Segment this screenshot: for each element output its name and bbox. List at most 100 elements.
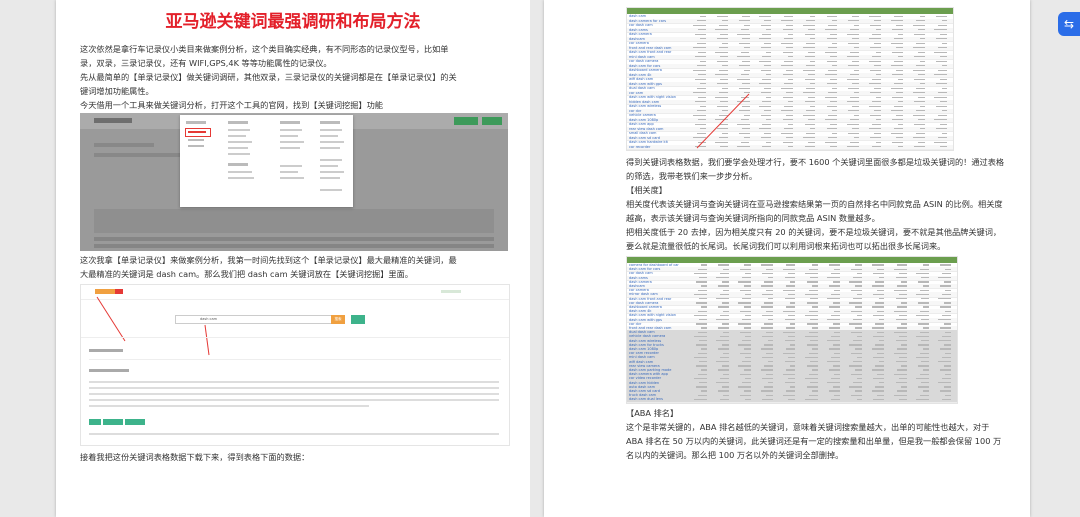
value-cell	[701, 327, 707, 329]
value-cell	[693, 272, 707, 275]
value-cell	[830, 356, 840, 359]
paragraph-download: 接着我把这份关键词表格数据下载下来，得到表格下面的数据：	[80, 452, 310, 462]
value-cell	[738, 365, 752, 367]
value-cell	[856, 335, 863, 338]
value-cell	[945, 310, 951, 312]
value-cell	[740, 331, 752, 333]
value-cell	[873, 314, 885, 317]
tool-panel	[94, 209, 494, 233]
value-cell	[812, 369, 818, 371]
value-cell	[849, 386, 863, 388]
value-cell	[738, 302, 752, 304]
value-cell	[878, 339, 885, 342]
value-cell	[695, 386, 707, 388]
value-cell	[901, 365, 907, 367]
tool-text-line	[94, 143, 154, 147]
value-cell	[743, 264, 752, 266]
value-cell	[693, 398, 707, 401]
value-cell	[854, 264, 863, 266]
value-cell	[941, 272, 951, 275]
value-cell	[788, 314, 796, 317]
document-page-left: 亚马逊关键词最强调研和布局方法 这次依然是拿行车记录仪小类目来做案例分析，这个类…	[56, 0, 530, 517]
value-cell	[721, 302, 729, 304]
value-cell	[808, 394, 818, 396]
value-cell	[806, 344, 818, 346]
red-arrow-annotations	[96, 296, 210, 356]
value-cell	[875, 365, 885, 367]
value-cell	[829, 285, 840, 287]
value-cell	[716, 318, 729, 321]
value-cell	[740, 394, 752, 396]
search-button[interactable]: 搜索	[331, 315, 345, 324]
value-cell	[856, 377, 863, 380]
value-cell	[917, 365, 929, 367]
value-cell	[695, 323, 707, 325]
secondary-button[interactable]	[351, 315, 365, 324]
value-cell	[805, 398, 818, 401]
value-cell	[740, 352, 752, 354]
value-cell	[940, 285, 951, 287]
value-cell	[721, 365, 729, 367]
value-cell	[897, 285, 907, 287]
value-cell	[743, 327, 752, 329]
value-cell	[740, 310, 752, 312]
value-cell	[743, 306, 752, 308]
value-cell	[943, 365, 951, 367]
value-cell	[923, 264, 929, 266]
value-cell	[851, 373, 863, 375]
value-cell	[919, 352, 929, 354]
value-cell	[765, 394, 774, 396]
value-cell	[784, 381, 796, 384]
value-cell	[854, 285, 863, 287]
value-cell	[762, 335, 774, 338]
value-cell	[893, 310, 907, 312]
value-cell	[871, 327, 885, 329]
value-cell	[834, 268, 840, 270]
value-cell	[719, 314, 729, 317]
value-cell	[945, 373, 951, 375]
value-cell	[878, 381, 885, 384]
value-cell	[856, 356, 863, 359]
value-cell	[760, 264, 774, 266]
value-cell	[834, 373, 840, 375]
value-cell	[808, 289, 818, 291]
value-cell	[895, 339, 907, 342]
value-cell	[805, 272, 818, 275]
value-cell	[917, 302, 929, 304]
value-cell	[916, 272, 929, 275]
value-cell	[893, 373, 907, 375]
value-cell	[875, 344, 885, 346]
value-cell	[789, 344, 796, 346]
value-cell	[875, 281, 885, 283]
value-cell	[854, 306, 863, 308]
value-cell	[830, 314, 840, 317]
value-cell	[767, 318, 774, 321]
text-line: 越高，表示该关键词与查询关键词所指向的同款竞品 ASIN 数量越多。	[626, 213, 880, 223]
value-cell	[916, 356, 929, 359]
screenshot-keyword-spreadsheet: dash cam dash camera for cars car dash cam…	[626, 7, 954, 151]
value-cell	[762, 272, 774, 275]
value-cell	[784, 339, 796, 342]
value-cell	[782, 352, 796, 354]
value-cell	[805, 377, 818, 380]
search-input[interactable]: dash cam	[175, 315, 333, 324]
value-cell	[740, 289, 752, 291]
value-cell	[745, 314, 752, 317]
value-cell	[810, 318, 818, 321]
value-cell	[923, 369, 929, 371]
value-cell	[717, 390, 729, 392]
tool-button	[482, 117, 502, 125]
translate-icon[interactable]: ⇆	[1058, 12, 1080, 36]
value-cell	[871, 369, 885, 371]
value-cell	[812, 348, 818, 350]
value-cell	[695, 365, 707, 367]
value-cell	[716, 360, 729, 363]
tool-dropdown-menu	[180, 115, 353, 207]
value-cell	[943, 386, 951, 388]
value-cell	[917, 386, 929, 388]
value-cell	[697, 394, 707, 396]
value-cell	[701, 264, 707, 266]
value-cell	[854, 369, 863, 371]
value-cell	[919, 331, 929, 333]
value-cell	[760, 369, 774, 371]
